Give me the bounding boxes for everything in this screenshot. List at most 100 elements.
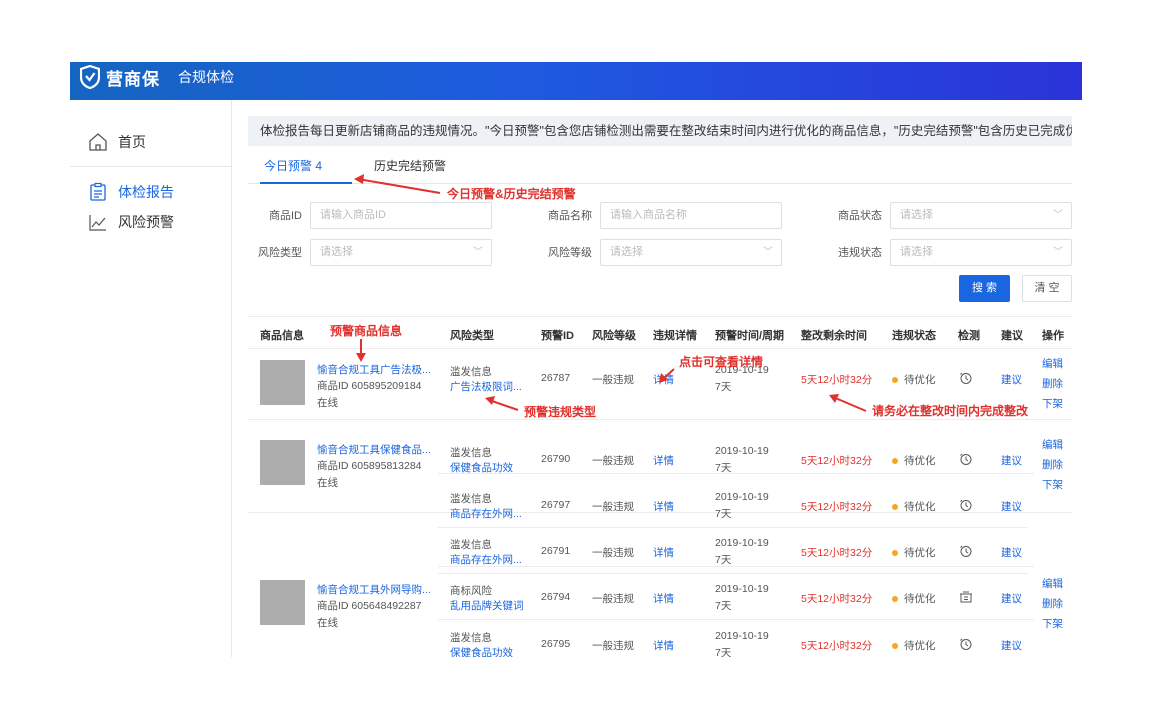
product-id: 商品ID 605895209184 xyxy=(317,380,422,392)
th-risk-level: 风险等级 xyxy=(592,330,636,342)
tab-history-alert[interactable]: 历史完结预警 xyxy=(374,156,446,184)
alert-id: 26790 xyxy=(541,453,571,465)
delist-link[interactable]: 下架 xyxy=(1042,394,1063,414)
risk-type-subcategory-link[interactable]: 商品存在外网... xyxy=(450,552,522,567)
detail-link[interactable]: 详情 xyxy=(653,499,674,514)
detail-link[interactable]: 详情 xyxy=(653,545,674,560)
suggest-link[interactable]: 建议 xyxy=(1001,453,1022,468)
chevron-down-icon: ﹀ xyxy=(1053,247,1063,258)
clock-check-icon[interactable] xyxy=(959,637,973,651)
search-button[interactable]: 搜 索 xyxy=(959,275,1010,302)
product-name-link[interactable]: 愉音合规工具广告法极... xyxy=(317,362,431,377)
risk-level-select[interactable]: 请选择 ﹀ xyxy=(600,239,782,266)
chevron-down-icon: ﹀ xyxy=(1053,210,1063,221)
report-icon xyxy=(90,182,106,201)
product-status-placeholder: 请选择 xyxy=(900,209,933,221)
th-violation-status: 违规状态 xyxy=(892,330,936,342)
product-online-status: 在线 xyxy=(317,617,338,629)
clear-button[interactable]: 清 空 xyxy=(1022,275,1072,302)
product-status-select[interactable]: 请选择 ﹀ xyxy=(890,202,1072,229)
clock-check-icon[interactable] xyxy=(959,544,973,558)
th-check: 检测 xyxy=(958,330,980,342)
status-dot xyxy=(892,596,898,603)
sidebar-item-home[interactable]: 首页 xyxy=(88,132,146,152)
logo: 营商保 合规体检 xyxy=(80,62,234,92)
suggest-link[interactable]: 建议 xyxy=(1001,545,1022,560)
clock-check-icon[interactable] xyxy=(959,498,973,512)
product-name-label: 商品名称 xyxy=(548,210,592,222)
risk-level-label: 风险等级 xyxy=(548,247,592,259)
violation-status: 待优化 xyxy=(892,372,936,387)
tab-today-alert[interactable]: 今日预警 4 xyxy=(260,156,352,184)
alert-period: 7天 xyxy=(715,381,732,393)
product-id-input[interactable]: 请输入商品ID xyxy=(310,202,492,229)
violation-status-select[interactable]: 请选择 ﹀ xyxy=(890,239,1072,266)
table-header-top-line xyxy=(248,316,1072,317)
delete-link[interactable]: 删除 xyxy=(1042,374,1063,394)
alert-id: 26795 xyxy=(541,638,571,650)
annotation-tabs: 今日预警&历史完结预警 xyxy=(447,187,576,201)
suggest-link[interactable]: 建议 xyxy=(1001,638,1022,653)
status-dot xyxy=(892,643,898,650)
delist-link[interactable]: 下架 xyxy=(1042,614,1063,634)
row-divider xyxy=(438,566,1034,567)
product-thumbnail xyxy=(260,440,305,485)
th-alert-time: 预警时间/周期 xyxy=(715,330,785,342)
product-id: 商品ID 605895813284 xyxy=(317,460,422,472)
risk-type-subcategory-link[interactable]: 保健食品功效 xyxy=(450,645,513,657)
row-divider xyxy=(438,619,1034,620)
risk-level: 一般违规 xyxy=(592,640,634,652)
violation-status-placeholder: 请选择 xyxy=(900,246,933,258)
status-dot xyxy=(892,550,898,557)
product-name-link[interactable]: 愉音合规工具外网导购... xyxy=(317,582,431,597)
violation-status: 待优化 xyxy=(892,453,936,468)
delist-link[interactable]: 下架 xyxy=(1042,475,1063,495)
edit-link[interactable]: 编辑 xyxy=(1042,435,1063,455)
row-divider xyxy=(438,527,1028,528)
violation-status-text: 待优化 xyxy=(904,640,936,652)
remaining-time: 5天12小时32分 xyxy=(801,455,873,467)
brand-name: 营商保 xyxy=(106,69,160,89)
edit-link[interactable]: 编辑 xyxy=(1042,574,1063,594)
status-dot xyxy=(892,377,898,384)
sidebar-item-risk[interactable]: 风险预警 xyxy=(88,212,174,232)
risk-type-subcategory-link[interactable]: 商品存在外网... xyxy=(450,506,522,521)
clock-check-icon[interactable] xyxy=(959,371,973,385)
risk-level: 一般违规 xyxy=(592,374,634,386)
risk-type-placeholder: 请选择 xyxy=(320,246,353,258)
status-dot xyxy=(892,458,898,465)
suggest-link[interactable]: 建议 xyxy=(1001,499,1022,514)
delete-link[interactable]: 删除 xyxy=(1042,594,1063,614)
suggest-link[interactable]: 建议 xyxy=(1001,372,1022,387)
row-actions: 编辑 删除 下架 xyxy=(1042,354,1063,414)
risk-type-category: 滥发信息 xyxy=(450,447,492,459)
detail-link[interactable]: 详情 xyxy=(653,638,674,653)
risk-type-select[interactable]: 请选择 ﹀ xyxy=(310,239,492,266)
edit-link[interactable]: 编辑 xyxy=(1042,354,1063,374)
risk-type-subcategory-link[interactable]: 广告法极限词... xyxy=(450,379,522,394)
clock-check-icon[interactable] xyxy=(959,452,973,466)
risk-type-category: 滥发信息 xyxy=(450,539,492,551)
detail-link[interactable]: 详情 xyxy=(653,453,674,468)
alert-date: 2019-10-19 xyxy=(715,537,769,549)
delete-link[interactable]: 删除 xyxy=(1042,455,1063,475)
shop-check-icon[interactable] xyxy=(959,590,973,604)
alert-date: 2019-10-19 xyxy=(715,491,769,503)
product-name-link[interactable]: 愉音合规工具保健食品... xyxy=(317,442,431,457)
risk-type-subcategory-link[interactable]: 乱用品牌关键词 xyxy=(450,598,524,613)
alert-date: 2019-10-19 xyxy=(715,583,769,595)
detail-link[interactable]: 详情 xyxy=(653,372,674,387)
app-window: 营商保 合规体检 首页 体检报告 风险预警 体检报告每日更新店铺商品的违规情况。… xyxy=(70,62,1082,657)
alert-id: 26787 xyxy=(541,372,571,384)
product-name-input[interactable]: 请输入商品名称 xyxy=(600,202,782,229)
remaining-time: 5天12小时32分 xyxy=(801,593,873,605)
violation-status-text: 待优化 xyxy=(904,374,936,386)
main-content: 体检报告每日更新店铺商品的违规情况。"今日预警"包含您店铺检测出需要在整改结束时… xyxy=(232,100,1082,657)
detail-link[interactable]: 详情 xyxy=(653,591,674,606)
product-id-label: 商品ID xyxy=(269,210,302,222)
suggest-link[interactable]: 建议 xyxy=(1001,591,1022,606)
annotation-detail: 点击可查看详情 xyxy=(679,355,764,369)
violation-status: 待优化 xyxy=(892,499,936,514)
sidebar-item-report[interactable]: 体检报告 xyxy=(88,182,174,202)
group-divider xyxy=(248,419,1072,420)
